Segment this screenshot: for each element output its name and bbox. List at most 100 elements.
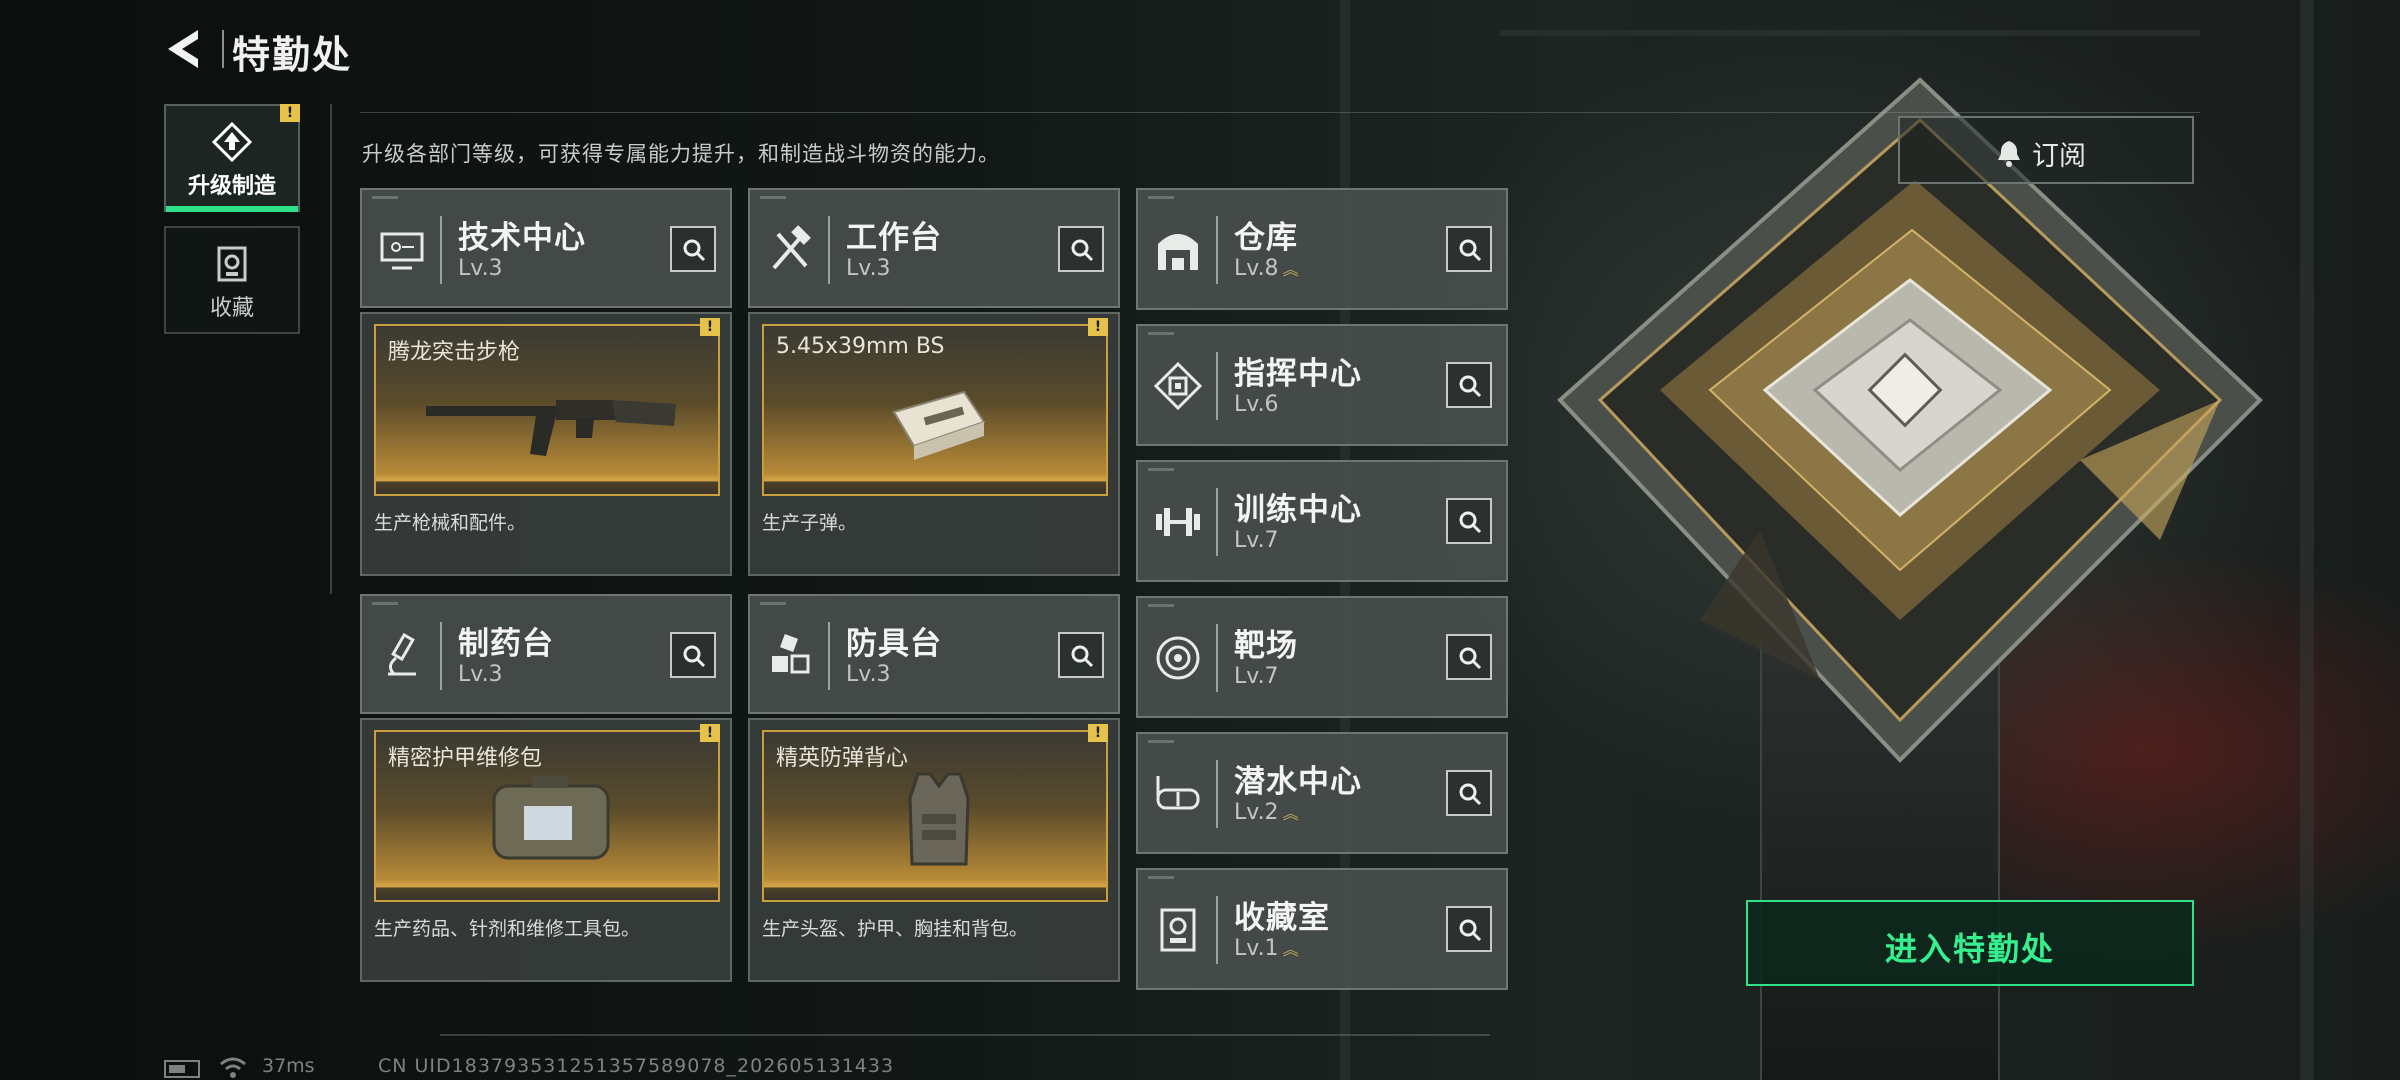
- dept-name: 靶场: [1234, 628, 1298, 664]
- magnifier-icon: [1459, 647, 1482, 670]
- level-text: Lv.3: [458, 256, 503, 281]
- production-slot[interactable]: 精密护甲维修包: [374, 730, 720, 902]
- dept-level: Lv.1 ︽: [1234, 936, 1299, 961]
- decoration: [1148, 876, 1174, 879]
- bg-beam: [1500, 30, 2200, 36]
- target-icon: [1156, 636, 1200, 680]
- dept-card-diving-center[interactable]: 潜水中心 Lv.2 ︽: [1136, 732, 1508, 854]
- repair-kit-image: [492, 776, 610, 860]
- decoration: [1148, 196, 1174, 199]
- divider-line: [440, 1034, 1490, 1036]
- alert-badge: !: [280, 104, 300, 122]
- dept-card-workbench[interactable]: 工作台 Lv.3: [748, 188, 1120, 308]
- production-description: 生产头盔、护甲、胸挂和背包。: [762, 918, 1029, 940]
- separator: [440, 622, 442, 690]
- level-text: Lv.2: [1234, 800, 1279, 825]
- production-slot[interactable]: 腾龙突击步枪: [374, 324, 720, 496]
- dept-card-pharmacy[interactable]: 制药台 Lv.3: [360, 594, 732, 714]
- dept-level: Lv.3: [846, 662, 891, 687]
- tab-collection[interactable]: 收藏: [164, 226, 300, 334]
- alert-badge: !: [1088, 724, 1108, 742]
- dept-level: Lv.6: [1234, 392, 1279, 417]
- alert-badge: !: [700, 318, 720, 336]
- tab-label: 升级制造: [187, 174, 276, 199]
- production-slot[interactable]: 精英防弹背心: [762, 730, 1108, 902]
- inspect-button[interactable]: [1446, 770, 1492, 816]
- dept-level: Lv.2 ︽: [1234, 800, 1299, 825]
- subscribe-button[interactable]: 订阅: [1898, 116, 2194, 184]
- dept-card-armor-bench[interactable]: 防具台 Lv.3: [748, 594, 1120, 714]
- dept-card-shooting-range[interactable]: 靶场 Lv.7: [1136, 596, 1508, 718]
- production-description: 生产子弹。: [762, 512, 858, 534]
- dept-level: Lv.3: [846, 256, 891, 281]
- inspect-button[interactable]: [1058, 226, 1104, 272]
- alert-badge: !: [1088, 318, 1108, 336]
- separator: [1216, 896, 1218, 964]
- magnifier-icon: [1459, 375, 1482, 398]
- inspect-button[interactable]: [1446, 498, 1492, 544]
- ammo-box-image: [892, 390, 986, 460]
- enter-special-ops-button[interactable]: 进入特勤处: [1746, 900, 2194, 986]
- tab-upgrade-craft[interactable]: 升级制造 !: [164, 104, 300, 212]
- magnifier-icon: [683, 645, 706, 668]
- separator: [1216, 352, 1218, 420]
- intro-text: 升级各部门等级，可获得专属能力提升，和制造战斗物资的能力。: [362, 142, 1000, 166]
- dept-level: Lv.7: [1234, 664, 1279, 689]
- level-text: Lv.6: [1234, 392, 1279, 417]
- magnifier-icon: [1459, 239, 1482, 262]
- divider-line: [330, 104, 332, 594]
- dept-level: Lv.3: [458, 662, 503, 687]
- magnifier-icon: [1459, 511, 1482, 534]
- inspect-button[interactable]: [1446, 362, 1492, 408]
- dept-card-tech-center[interactable]: 技术中心 Lv.3: [360, 188, 732, 308]
- trophy-icon: [217, 246, 247, 282]
- back-arrow-icon[interactable]: [160, 26, 208, 72]
- production-panel-tech-center: 腾龙突击步枪 ! 生产枪械和配件。: [360, 312, 732, 576]
- inspect-button[interactable]: [1058, 632, 1104, 678]
- inspect-button[interactable]: [1446, 634, 1492, 680]
- level-text: Lv.7: [1234, 664, 1279, 689]
- decoration: [760, 196, 786, 199]
- inspect-button[interactable]: [1446, 226, 1492, 272]
- dept-card-training-center[interactable]: 训练中心 Lv.7: [1136, 460, 1508, 582]
- upgrade-chevron-icon: ︽: [1282, 940, 1299, 959]
- wifi-icon: [220, 1057, 246, 1078]
- dept-card-command-center[interactable]: 指挥中心 Lv.6: [1136, 324, 1508, 446]
- separator: [440, 216, 442, 284]
- separator: [1216, 624, 1218, 692]
- decoration: [1148, 604, 1174, 607]
- level-text: Lv.3: [458, 662, 503, 687]
- level-text: Lv.7: [1234, 528, 1279, 553]
- tab-active-indicator: [166, 206, 298, 212]
- dept-card-warehouse[interactable]: 仓库 Lv.8 ︽: [1136, 188, 1508, 310]
- dept-card-collection-room[interactable]: 收藏室 Lv.1 ︽: [1136, 868, 1508, 990]
- magnifier-icon: [1071, 645, 1094, 668]
- production-item-name: 腾龙突击步枪: [388, 340, 521, 365]
- dept-name: 技术中心: [458, 220, 586, 256]
- decoration: [372, 196, 398, 199]
- production-item-name: 5.45x39mm BS: [776, 334, 945, 359]
- page-title: 特勤处: [232, 33, 353, 77]
- decoration: [1148, 740, 1174, 743]
- production-panel-workbench: 5.45x39mm BS ! 生产子弹。: [748, 312, 1120, 576]
- inspect-button[interactable]: [1446, 906, 1492, 952]
- upgrade-chevron-icon: ︽: [1282, 260, 1299, 279]
- computer-icon: [380, 232, 424, 270]
- inspect-button[interactable]: [670, 632, 716, 678]
- dept-level: Lv.7: [1234, 528, 1279, 553]
- bg-pillar: [2300, 0, 2314, 1080]
- dept-name: 防具台: [846, 626, 942, 662]
- dept-name: 潜水中心: [1234, 764, 1362, 800]
- subscribe-label: 订阅: [2032, 141, 2086, 172]
- dept-name: 仓库: [1234, 220, 1298, 256]
- ping-readout: 37ms: [262, 1055, 315, 1077]
- magnifier-icon: [1459, 783, 1482, 806]
- dept-name: 指挥中心: [1234, 356, 1362, 392]
- inspect-button[interactable]: [670, 226, 716, 272]
- separator: [828, 216, 830, 284]
- bell-icon: [1998, 141, 2020, 167]
- production-slot[interactable]: 5.45x39mm BS: [762, 324, 1108, 496]
- separator: [1216, 488, 1218, 556]
- vest-image: [908, 772, 970, 866]
- dept-level: Lv.8 ︽: [1234, 256, 1299, 281]
